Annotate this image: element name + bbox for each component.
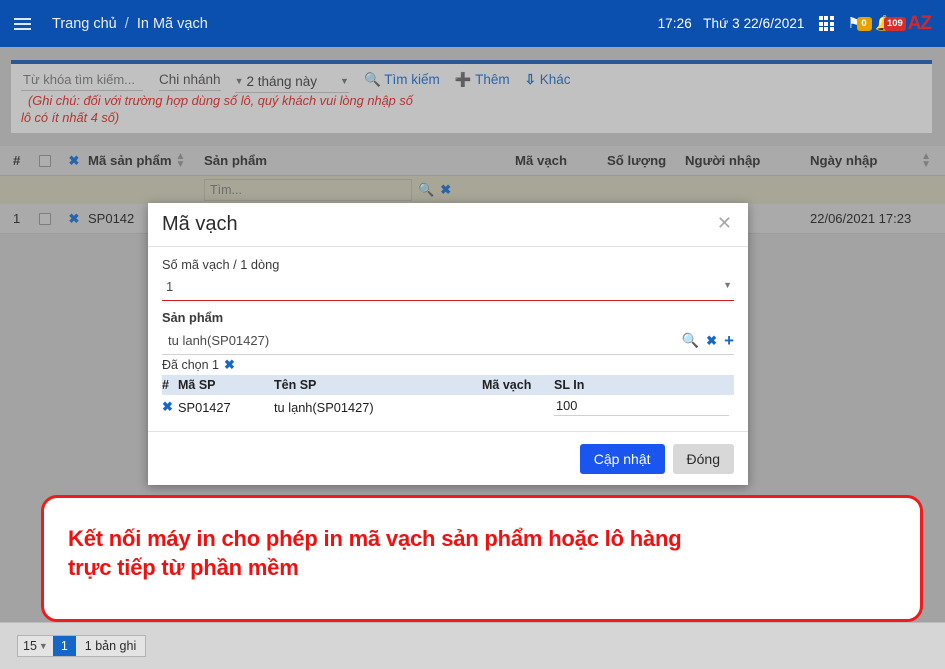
update-button[interactable]: Cập nhật [579, 443, 665, 474]
barcode-count-select[interactable]: 1 ▼ [162, 276, 734, 301]
top-navigation-bar: Trang chủ / In Mã vạch 17:26 Thứ 3 22/6/… [0, 0, 945, 47]
page-body: Chi nhánh ▼ 2 tháng này ▼ 🔍 Tìm kiếm ➕ T… [0, 47, 945, 669]
remove-x-icon: ✖ [162, 399, 173, 414]
product-label: Sản phẩm [162, 310, 224, 325]
chosen-count-row: Đã chọn 1 ✖ [162, 357, 734, 373]
page-number-button[interactable]: 1 [52, 636, 76, 656]
barcode-modal: Mã vạch ✕ Số mã vạch / 1 dòng 1 ▼ Sản ph… [148, 203, 748, 485]
current-time: 17:26 [657, 16, 692, 31]
record-count-label: 1 bản ghi [84, 639, 137, 653]
clear-x-icon[interactable]: ✖ [706, 333, 717, 349]
breadcrumb: Trang chủ / In Mã vạch [52, 16, 208, 32]
mini-header-code: Mã SP [178, 378, 216, 392]
modal-body: Số mã vạch / 1 dòng 1 ▼ Sản phẩm tu lanh… [148, 247, 748, 419]
clock-display: 17:26 Thứ 3 22/6/2021 [658, 16, 805, 31]
product-search-value: tu lanh(SP01427) [168, 333, 270, 348]
topbar-right-group: 17:26 Thứ 3 22/6/2021 ⚑ 0 🔔 109 AZ [658, 13, 945, 35]
annotation-line2: trực tiếp từ phần mềm [68, 555, 299, 581]
apps-grid-icon[interactable] [818, 16, 834, 31]
barcode-count-value: 1 [166, 279, 174, 294]
product-search-field[interactable]: tu lanh(SP01427) 🔍 ✖ + [162, 329, 734, 355]
selected-products-table: # Mã SP Tên SP Mã vạch SL In ✖ SP01427 t… [162, 375, 734, 419]
chosen-count-label: Đã chọn 1 [162, 358, 219, 372]
page-size-select[interactable]: 15 ▼ [18, 639, 53, 653]
az-logo: AZ [907, 12, 932, 34]
bell-badge-count: 109 [883, 16, 906, 31]
mini-header-print-qty: SL In [554, 378, 585, 392]
table-footer: 15 ▼ 1 1 bản ghi [0, 622, 945, 669]
barcode-count-label: Số mã vạch / 1 dòng [162, 257, 280, 272]
hamburger-menu-icon[interactable] [0, 0, 44, 47]
annotation-callout: Kết nối máy in cho phép in mã vạch sản p… [41, 495, 923, 622]
modal-header: Mã vạch ✕ [148, 203, 748, 247]
app-window: Trang chủ / In Mã vạch 17:26 Thứ 3 22/6/… [0, 0, 945, 669]
mini-row-qty-cell [554, 398, 734, 416]
chevron-down-icon: ▼ [38, 641, 48, 651]
page-size-value: 15 [23, 639, 37, 653]
pagination-control: 15 ▼ 1 1 bản ghi [17, 635, 147, 657]
selected-product-row: ✖ SP01427 tu lạnh(SP01427) [162, 395, 734, 419]
chevron-down-icon: ▼ [723, 280, 732, 290]
magnifier-icon[interactable]: 🔍 [682, 332, 699, 349]
plus-icon[interactable]: + [724, 332, 734, 349]
breadcrumb-separator: / [124, 15, 129, 32]
mini-row-remove-button[interactable]: ✖ [162, 399, 178, 415]
modal-title: Mã vạch [162, 213, 238, 235]
flag-badge-count: 0 [856, 16, 872, 31]
current-date: Thứ 3 22/6/2021 [703, 16, 805, 31]
mini-header-hash: # [162, 378, 169, 392]
mini-header-name: Tên SP [274, 378, 317, 392]
product-field-icons: 🔍 ✖ + [682, 332, 734, 349]
close-x-icon[interactable]: ✕ [717, 214, 732, 232]
close-button[interactable]: Đóng [672, 443, 734, 474]
mini-row-code: SP01427 [178, 399, 231, 415]
selected-table-header: # Mã SP Tên SP Mã vạch SL In [162, 375, 734, 395]
mini-row-name: tu lạnh(SP01427) [274, 399, 374, 415]
annotation-line1: Kết nối máy in cho phép in mã vạch sản p… [68, 526, 682, 551]
print-quantity-input[interactable] [554, 398, 729, 416]
mini-header-barcode: Mã vạch [482, 378, 532, 392]
clear-chosen-x-icon[interactable]: ✖ [224, 357, 235, 373]
modal-footer: Cập nhật Đóng [148, 431, 748, 485]
breadcrumb-home-link[interactable]: Trang chủ [52, 16, 117, 32]
breadcrumb-current-page: In Mã vạch [136, 15, 208, 32]
